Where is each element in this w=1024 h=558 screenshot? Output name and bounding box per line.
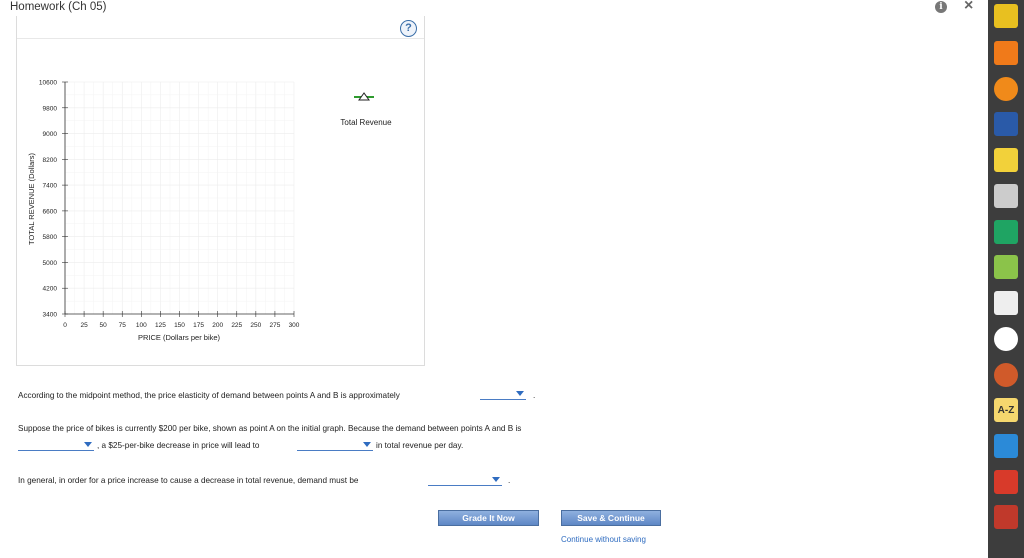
shield-icon[interactable] <box>994 505 1018 529</box>
y-tick-label: 5800 <box>43 234 58 241</box>
question-3-end: . <box>508 476 511 485</box>
question-1-text: According to the midpoint method, the pr… <box>18 391 400 400</box>
y-tick-label: 9000 <box>43 131 58 138</box>
chevron-down-icon <box>492 477 500 482</box>
chevron-down-icon <box>363 442 371 447</box>
graph-panel[interactable]: ? 3400 4200 5000 5800 6600 7400 8200 9000 9800 10… <box>16 16 425 366</box>
x-tick-label: 100 <box>136 322 147 329</box>
book-icon[interactable] <box>994 112 1018 136</box>
cloud-icon[interactable] <box>994 434 1018 458</box>
notes-icon[interactable] <box>994 291 1018 315</box>
chevron-down-icon <box>84 442 92 447</box>
y-tick-label: 6600 <box>43 208 58 215</box>
question-2-end: in total revenue per day. <box>376 441 464 450</box>
legend-label: Total Revenue <box>340 118 392 127</box>
demand-condition-dropdown[interactable] <box>428 474 502 486</box>
shopping-cart-icon[interactable] <box>994 255 1018 279</box>
y-tick-label: 9800 <box>43 105 58 112</box>
x-tick-label: 0 <box>63 322 67 329</box>
y-tick-labels: 3400 4200 5000 5800 6600 7400 8200 9000 9800 1060… <box>39 80 57 319</box>
y-tick-label: 8200 <box>43 157 58 164</box>
y-tick-label: 10600 <box>39 80 57 87</box>
close-icon[interactable]: × <box>964 0 973 15</box>
y-tick-label: 4200 <box>43 286 58 293</box>
extension-sidebar: A-Z <box>988 0 1024 558</box>
question-1-end: . <box>533 391 536 400</box>
x-tick-label: 200 <box>212 322 223 329</box>
y-tick-label: 5000 <box>43 260 58 267</box>
continue-without-saving-link[interactable]: Continue without saving <box>561 535 646 544</box>
x-tick-label: 225 <box>231 322 242 329</box>
x-tick-label: 150 <box>174 322 185 329</box>
elasticity-dropdown[interactable] <box>480 388 526 400</box>
x-tick-label: 75 <box>119 322 127 329</box>
colorwheel-icon[interactable] <box>994 327 1018 351</box>
notepad-icon[interactable] <box>994 148 1018 172</box>
x-axis-label: PRICE (Dollars per bike) <box>138 333 221 342</box>
question-3-text: In general, in order for a price increas… <box>18 476 359 485</box>
window-title: Homework (Ch 05) <box>10 1 107 13</box>
cite-icon[interactable] <box>994 470 1018 494</box>
timer-icon[interactable] <box>994 77 1018 101</box>
y-tick-label: 7400 <box>43 183 58 190</box>
demand-type-dropdown[interactable] <box>18 439 94 451</box>
info-icon[interactable]: i <box>935 1 947 13</box>
revenue-chart[interactable]: 3400 4200 5000 5800 6600 7400 8200 9000 9800 1060… <box>17 16 426 366</box>
save-continue-button[interactable]: Save & Continue <box>561 510 661 526</box>
chart-grid <box>64 81 295 315</box>
legend-marker[interactable] <box>354 92 374 101</box>
rss-icon[interactable] <box>994 41 1018 65</box>
a-z-icon[interactable]: A-Z <box>994 398 1018 422</box>
question-2-text: Suppose the price of bikes is currently … <box>18 424 522 433</box>
question-2-mid: , a $25-per-bike decrease in price will … <box>97 441 260 450</box>
x-tick-label: 25 <box>80 322 88 329</box>
revenue-change-dropdown[interactable] <box>297 439 373 451</box>
x-tick-label: 250 <box>250 322 261 329</box>
grade-it-now-button[interactable]: Grade It Now <box>438 510 539 526</box>
merriam-webster-icon[interactable] <box>994 363 1018 387</box>
pencil-icon[interactable] <box>994 4 1018 28</box>
x-tick-label: 175 <box>193 322 204 329</box>
y-tick-label: 3400 <box>43 312 58 319</box>
x-tick-label: 300 <box>289 322 300 329</box>
chart-axes <box>62 81 295 317</box>
chevron-down-icon <box>516 391 524 396</box>
x-tick-label: 125 <box>155 322 166 329</box>
x-tick-labels: 0 25 50 75 100 125 150 175 200 225 250 275 300 <box>63 322 300 329</box>
x-tick-label: 50 <box>100 322 108 329</box>
sidebar-item-label: A-Z <box>997 405 1015 416</box>
y-axis-label: TOTAL REVENUE (Dollars) <box>27 153 36 245</box>
title-bar: Homework (Ch 05) i × <box>0 0 988 16</box>
speech-icon[interactable] <box>994 184 1018 208</box>
x-tick-label: 275 <box>269 322 280 329</box>
google-drive-icon[interactable] <box>994 220 1018 244</box>
